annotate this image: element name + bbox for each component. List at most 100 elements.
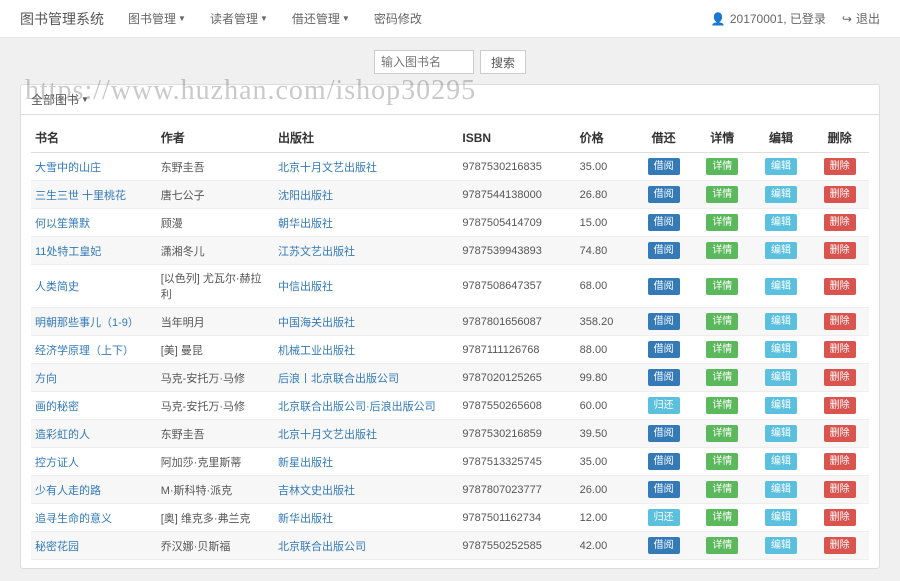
book-title-link[interactable]: 少有人走的路 <box>35 485 101 497</box>
edit-button[interactable]: 编辑 <box>765 214 797 231</box>
detail-button[interactable]: 详情 <box>706 278 738 295</box>
search-button[interactable]: 搜索 <box>480 50 526 74</box>
book-title-link[interactable]: 11处特工皇妃 <box>35 246 101 258</box>
cell-price: 26.80 <box>576 181 635 209</box>
borrow-button[interactable]: 借阅 <box>648 278 680 295</box>
delete-button[interactable]: 删除 <box>824 341 856 358</box>
publisher-link[interactable]: 北京联合出版公司·后浪出版公司 <box>278 401 436 413</box>
detail-button[interactable]: 详情 <box>706 537 738 554</box>
borrow-button[interactable]: 借阅 <box>648 537 680 554</box>
detail-button[interactable]: 详情 <box>706 313 738 330</box>
book-title-link[interactable]: 控方证人 <box>35 457 79 469</box>
delete-button[interactable]: 删除 <box>824 214 856 231</box>
book-title-link[interactable]: 造彩虹的人 <box>35 429 90 441</box>
delete-button[interactable]: 删除 <box>824 397 856 414</box>
edit-button[interactable]: 编辑 <box>765 481 797 498</box>
borrow-button[interactable]: 借阅 <box>648 481 680 498</box>
detail-button[interactable]: 详情 <box>706 186 738 203</box>
delete-button[interactable]: 删除 <box>824 242 856 259</box>
delete-button[interactable]: 删除 <box>824 425 856 442</box>
borrow-button[interactable]: 借阅 <box>648 158 680 175</box>
panel-header[interactable]: 全部图书 ▼ <box>21 85 879 115</box>
detail-button[interactable]: 详情 <box>706 214 738 231</box>
edit-button[interactable]: 编辑 <box>765 509 797 526</box>
book-title-link[interactable]: 经济学原理（上下） <box>35 345 134 357</box>
book-title-link[interactable]: 何以笙箫默 <box>35 218 90 230</box>
publisher-link[interactable]: 北京十月文艺出版社 <box>278 429 377 441</box>
delete-button[interactable]: 删除 <box>824 509 856 526</box>
publisher-link[interactable]: 后浪丨北京联合出版公司 <box>278 373 399 385</box>
detail-button[interactable]: 详情 <box>706 369 738 386</box>
detail-button[interactable]: 详情 <box>706 509 738 526</box>
borrow-button[interactable]: 归还 <box>648 509 680 526</box>
delete-button[interactable]: 删除 <box>824 158 856 175</box>
th-price: 价格 <box>576 123 635 153</box>
edit-button[interactable]: 编辑 <box>765 313 797 330</box>
edit-button[interactable]: 编辑 <box>765 341 797 358</box>
borrow-button[interactable]: 借阅 <box>648 453 680 470</box>
detail-button[interactable]: 详情 <box>706 397 738 414</box>
publisher-link[interactable]: 中国海关出版社 <box>278 317 355 329</box>
nav-menu: 图书管理▼ 读者管理▼ 借还管理▼ 密码修改 <box>128 10 422 27</box>
detail-button[interactable]: 详情 <box>706 425 738 442</box>
user-status[interactable]: 👤 20170001, 已登录 <box>711 10 826 27</box>
publisher-link[interactable]: 新星出版社 <box>278 457 333 469</box>
delete-button[interactable]: 删除 <box>824 537 856 554</box>
edit-button[interactable]: 编辑 <box>765 453 797 470</box>
delete-button[interactable]: 删除 <box>824 453 856 470</box>
edit-button[interactable]: 编辑 <box>765 278 797 295</box>
book-title-link[interactable]: 画的秘密 <box>35 401 79 413</box>
publisher-link[interactable]: 沈阳出版社 <box>278 190 333 202</box>
detail-button[interactable]: 详情 <box>706 158 738 175</box>
book-title-link[interactable]: 三生三世 十里桃花 <box>35 190 126 202</box>
publisher-link[interactable]: 吉林文史出版社 <box>278 485 355 497</box>
book-title-link[interactable]: 明朝那些事儿（1-9） <box>35 317 139 329</box>
borrow-button[interactable]: 借阅 <box>648 341 680 358</box>
nav-item[interactable]: 借还管理▼ <box>292 10 350 27</box>
delete-button[interactable]: 删除 <box>824 313 856 330</box>
publisher-link[interactable]: 机械工业出版社 <box>278 345 355 357</box>
edit-button[interactable]: 编辑 <box>765 425 797 442</box>
borrow-button[interactable]: 借阅 <box>648 369 680 386</box>
publisher-link[interactable]: 新华出版社 <box>278 513 333 525</box>
borrow-button[interactable]: 借阅 <box>648 186 680 203</box>
book-title-link[interactable]: 秘密花园 <box>35 541 79 553</box>
edit-button[interactable]: 编辑 <box>765 242 797 259</box>
delete-button[interactable]: 删除 <box>824 186 856 203</box>
borrow-button[interactable]: 借阅 <box>648 214 680 231</box>
nav-item[interactable]: 密码修改 <box>374 10 422 27</box>
nav-item[interactable]: 读者管理▼ <box>210 10 268 27</box>
edit-button[interactable]: 编辑 <box>765 186 797 203</box>
table-row: 明朝那些事儿（1-9）当年明月中国海关出版社9787801656087358.2… <box>31 308 869 336</box>
book-title-link[interactable]: 方向 <box>35 373 57 385</box>
book-title-link[interactable]: 追寻生命的意义 <box>35 513 112 525</box>
table-row: 人类简史[以色列] 尤瓦尔·赫拉利中信出版社978750864735768.00… <box>31 265 869 308</box>
publisher-link[interactable]: 北京联合出版公司 <box>278 541 366 553</box>
borrow-button[interactable]: 借阅 <box>648 425 680 442</box>
borrow-button[interactable]: 归还 <box>648 397 680 414</box>
logout-link[interactable]: ↪ 退出 <box>842 10 880 27</box>
delete-button[interactable]: 删除 <box>824 278 856 295</box>
publisher-link[interactable]: 朝华出版社 <box>278 218 333 230</box>
nav-item[interactable]: 图书管理▼ <box>128 10 186 27</box>
borrow-button[interactable]: 借阅 <box>648 242 680 259</box>
detail-button[interactable]: 详情 <box>706 453 738 470</box>
publisher-link[interactable]: 中信出版社 <box>278 281 333 293</box>
publisher-link[interactable]: 北京十月文艺出版社 <box>278 162 377 174</box>
book-title-link[interactable]: 大雪中的山庄 <box>35 162 101 174</box>
search-input[interactable] <box>374 50 474 74</box>
table-row: 三生三世 十里桃花唐七公子沈阳出版社978754413800026.80借阅详情… <box>31 181 869 209</box>
edit-button[interactable]: 编辑 <box>765 158 797 175</box>
borrow-button[interactable]: 借阅 <box>648 313 680 330</box>
detail-button[interactable]: 详情 <box>706 341 738 358</box>
publisher-link[interactable]: 江苏文艺出版社 <box>278 246 355 258</box>
cell-isbn: 9787550252585 <box>458 532 575 560</box>
edit-button[interactable]: 编辑 <box>765 537 797 554</box>
book-title-link[interactable]: 人类简史 <box>35 281 79 293</box>
detail-button[interactable]: 详情 <box>706 242 738 259</box>
detail-button[interactable]: 详情 <box>706 481 738 498</box>
edit-button[interactable]: 编辑 <box>765 369 797 386</box>
delete-button[interactable]: 删除 <box>824 481 856 498</box>
edit-button[interactable]: 编辑 <box>765 397 797 414</box>
delete-button[interactable]: 删除 <box>824 369 856 386</box>
